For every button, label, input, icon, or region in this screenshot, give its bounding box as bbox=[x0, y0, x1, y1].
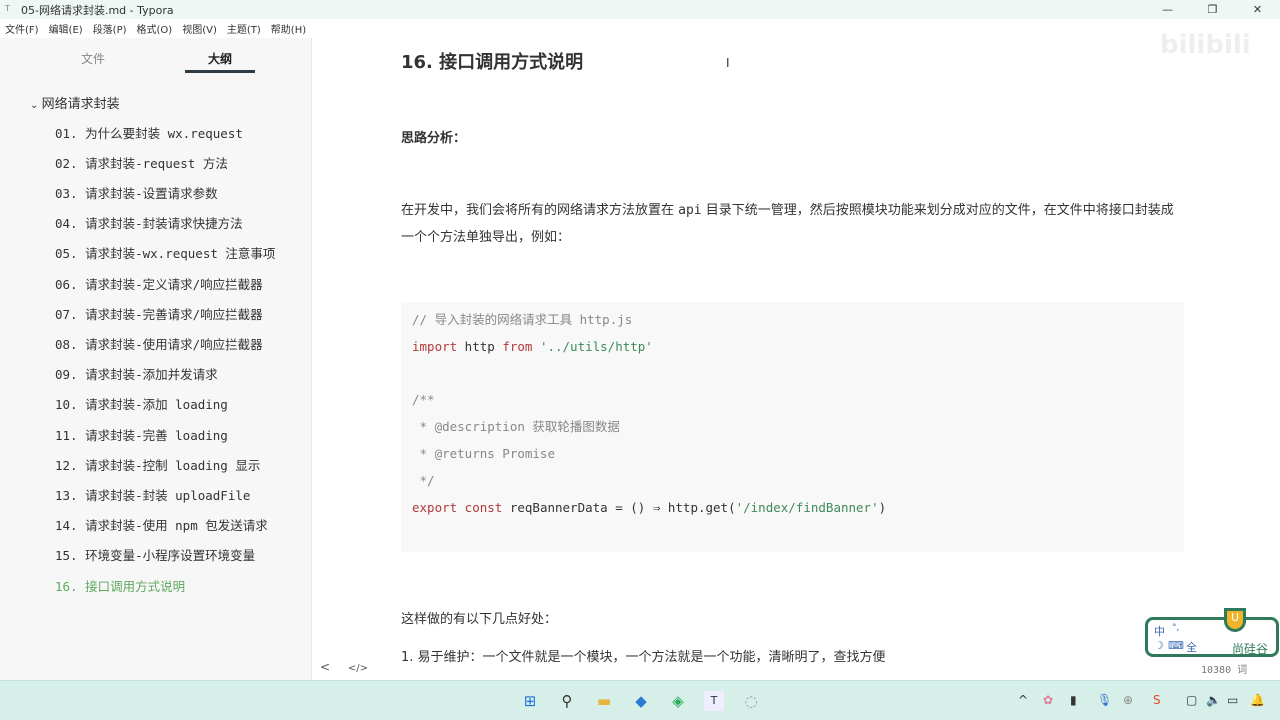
code-line: */ bbox=[412, 472, 435, 488]
word-count[interactable]: 10380 词 bbox=[1201, 661, 1247, 676]
menu-theme[interactable]: 主题(T) bbox=[227, 21, 261, 36]
outline-item[interactable]: 08. 请求封装-使用请求/响应拦截器 bbox=[55, 334, 263, 353]
network-icon[interactable]: ▢ bbox=[1186, 693, 1197, 707]
outline-item[interactable]: 15. 环境变量-小程序设置环境变量 bbox=[55, 545, 255, 564]
paragraph-analysis: 思路分析： bbox=[401, 131, 467, 146]
tray-app-icon[interactable]: ✿ bbox=[1043, 693, 1053, 707]
menu-bar: 文件(F) 编辑(E) 段落(P) 格式(O) 视图(V) 主题(T) 帮助(H… bbox=[0, 19, 1280, 38]
vscode-icon[interactable]: ◆ bbox=[631, 691, 651, 711]
code-block[interactable]: // 导入封装的网络请求工具 http.js import http from … bbox=[401, 302, 1184, 552]
keyboard-icon[interactable]: ⌨ bbox=[1168, 639, 1184, 652]
code-line: export const reqBannerData = () ⇒ http.g… bbox=[412, 500, 1173, 527]
sogou-icon[interactable]: S bbox=[1153, 693, 1161, 707]
collapse-sidebar-icon[interactable]: < bbox=[320, 660, 330, 674]
brand-label: 尚硅谷 bbox=[1231, 642, 1268, 656]
file-explorer-icon[interactable]: ▬ bbox=[594, 691, 614, 711]
taskbar: ⊞ ⚲ ▬ ◆ ◈ T ◌ ^ ✿ ▮ 🎙 ⊕ S ▢ 🔈 ▭ 🔔 bbox=[0, 680, 1280, 720]
code-text: reqBannerData = () ⇒ http.get( bbox=[502, 499, 736, 515]
code-text: ) bbox=[878, 499, 887, 515]
code-line: /** bbox=[412, 392, 435, 408]
app-icon[interactable]: ◌ bbox=[741, 691, 761, 711]
code-line: // 导入封装的网络请求工具 http.js bbox=[412, 312, 633, 327]
keyword: import bbox=[412, 338, 458, 354]
typora-taskbar-icon[interactable]: T bbox=[704, 691, 724, 711]
close-button[interactable]: ✕ bbox=[1235, 0, 1280, 19]
ime-punct-icon[interactable]: °, bbox=[1172, 623, 1179, 633]
outline-item[interactable]: 10. 请求封装-添加 loading bbox=[55, 394, 228, 413]
code-line: import http from '../utils/http' bbox=[412, 339, 1173, 366]
source-code-mode-icon[interactable]: </> bbox=[348, 663, 368, 674]
active-tab-indicator bbox=[185, 70, 255, 73]
menu-format[interactable]: 格式(O) bbox=[137, 21, 173, 36]
window-title: 05-网络请求封装.md - Typora bbox=[21, 3, 174, 17]
volume-icon[interactable]: 🔈 bbox=[1206, 693, 1221, 707]
maximize-button[interactable]: ❐ bbox=[1190, 0, 1235, 19]
code-line: * @returns Promise bbox=[412, 445, 555, 461]
ime-language[interactable]: 中 bbox=[1154, 623, 1165, 639]
chevron-down-icon[interactable]: ⌄ bbox=[30, 100, 42, 111]
outline-item[interactable]: 03. 请求封装-设置请求参数 bbox=[55, 183, 218, 202]
bilibili-watermark: bilibili bbox=[1160, 30, 1251, 60]
moon-icon[interactable]: ☽ bbox=[1154, 639, 1164, 652]
outline-item[interactable]: 13. 请求封装-封装 uploadFile bbox=[55, 485, 250, 504]
outline-item[interactable]: 02. 请求封装-request 方法 bbox=[55, 153, 228, 172]
title-bar: T 05-网络请求封装.md - Typora — ❐ ✕ bbox=[0, 0, 1280, 19]
doc-heading: 16. 接口调用方式说明 bbox=[401, 52, 584, 73]
menu-edit[interactable]: 编辑(E) bbox=[49, 21, 83, 36]
string: '../utils/http' bbox=[532, 338, 653, 354]
outline-item[interactable]: 07. 请求封装-完善请求/响应拦截器 bbox=[55, 304, 263, 323]
code-text: http bbox=[457, 338, 503, 354]
keyword: const bbox=[457, 499, 503, 515]
outline-item[interactable]: 04. 请求封装-封装请求快捷方法 bbox=[55, 213, 243, 232]
string: '/index/findBanner' bbox=[735, 499, 879, 515]
tab-outline[interactable]: 大纲 bbox=[208, 50, 232, 67]
wechat-devtools-icon[interactable]: ◈ bbox=[668, 691, 688, 711]
tray-ime-icon[interactable]: ⊕ bbox=[1123, 693, 1133, 707]
brand-badge: U bbox=[1224, 608, 1246, 632]
windows-start-icon[interactable]: ⊞ bbox=[520, 691, 540, 711]
chevron-up-icon[interactable]: ^ bbox=[1018, 693, 1028, 707]
outline-item[interactable]: 11. 请求封装-完善 loading bbox=[55, 425, 228, 444]
battery-icon[interactable]: ▭ bbox=[1227, 693, 1238, 707]
search-icon[interactable]: ⚲ bbox=[557, 691, 577, 711]
paragraph-description: 在开发中，我们会将所有的网络请求方法放置在 api 目录下统一管理，然后按照模块… bbox=[401, 197, 1186, 251]
ime-toolbar[interactable]: 中 °, ☽ ⌨ 全 U 尚硅谷 bbox=[1145, 608, 1279, 657]
outline-item[interactable]: 12. 请求封装-控制 loading 显示 bbox=[55, 455, 260, 474]
outline-root[interactable]: ⌄ 网络请求封装 bbox=[30, 93, 120, 112]
outline-item[interactable]: 09. 请求封装-添加并发请求 bbox=[55, 364, 218, 383]
sidebar-footer: < </> bbox=[320, 660, 382, 674]
menu-view[interactable]: 视图(V) bbox=[182, 21, 217, 36]
menu-paragraph[interactable]: 段落(P) bbox=[93, 21, 127, 36]
keyword: from bbox=[502, 338, 533, 354]
outline-root-label: 网络请求封装 bbox=[41, 97, 120, 112]
minimize-button[interactable]: — bbox=[1145, 0, 1190, 19]
outline-item-active[interactable]: 16. 接口调用方式说明 bbox=[55, 576, 185, 595]
ime-fullwidth[interactable]: 全 bbox=[1186, 639, 1197, 655]
tab-files[interactable]: 文件 bbox=[81, 50, 105, 67]
text: 在开发中，我们会将所有的网络请求方法放置在 bbox=[401, 203, 679, 218]
microphone-icon[interactable]: 🎙 bbox=[1097, 693, 1112, 707]
typora-app-icon: T bbox=[5, 4, 10, 13]
sidebar: 文件 大纲 ⌄ 网络请求封装 01. 为什么要封装 wx.request 02.… bbox=[0, 38, 312, 680]
code-line: * @description 获取轮播图数据 bbox=[412, 419, 620, 435]
tray-bookmark-icon[interactable]: ▮ bbox=[1070, 693, 1077, 707]
outline-item[interactable]: 06. 请求封装-定义请求/响应拦截器 bbox=[55, 274, 263, 293]
text-cursor-icon: I bbox=[726, 56, 730, 70]
menu-file[interactable]: 文件(F) bbox=[5, 21, 39, 36]
outline-item[interactable]: 01. 为什么要封装 wx.request bbox=[55, 123, 243, 142]
inline-code: api bbox=[678, 203, 702, 218]
keyword: export bbox=[412, 499, 458, 515]
outline-item[interactable]: 05. 请求封装-wx.request 注意事项 bbox=[55, 243, 275, 262]
notification-bell-icon[interactable]: 🔔 bbox=[1250, 693, 1265, 707]
paragraph-benefits: 这样做的有以下几点好处： bbox=[401, 612, 558, 627]
menu-help[interactable]: 帮助(H) bbox=[271, 21, 306, 36]
outline-item[interactable]: 14. 请求封装-使用 npm 包发送请求 bbox=[55, 515, 268, 534]
list-item: 1. 易于维护：一个文件就是一个模块，一个方法就是一个功能，清晰明了，查找方便 bbox=[401, 650, 886, 665]
